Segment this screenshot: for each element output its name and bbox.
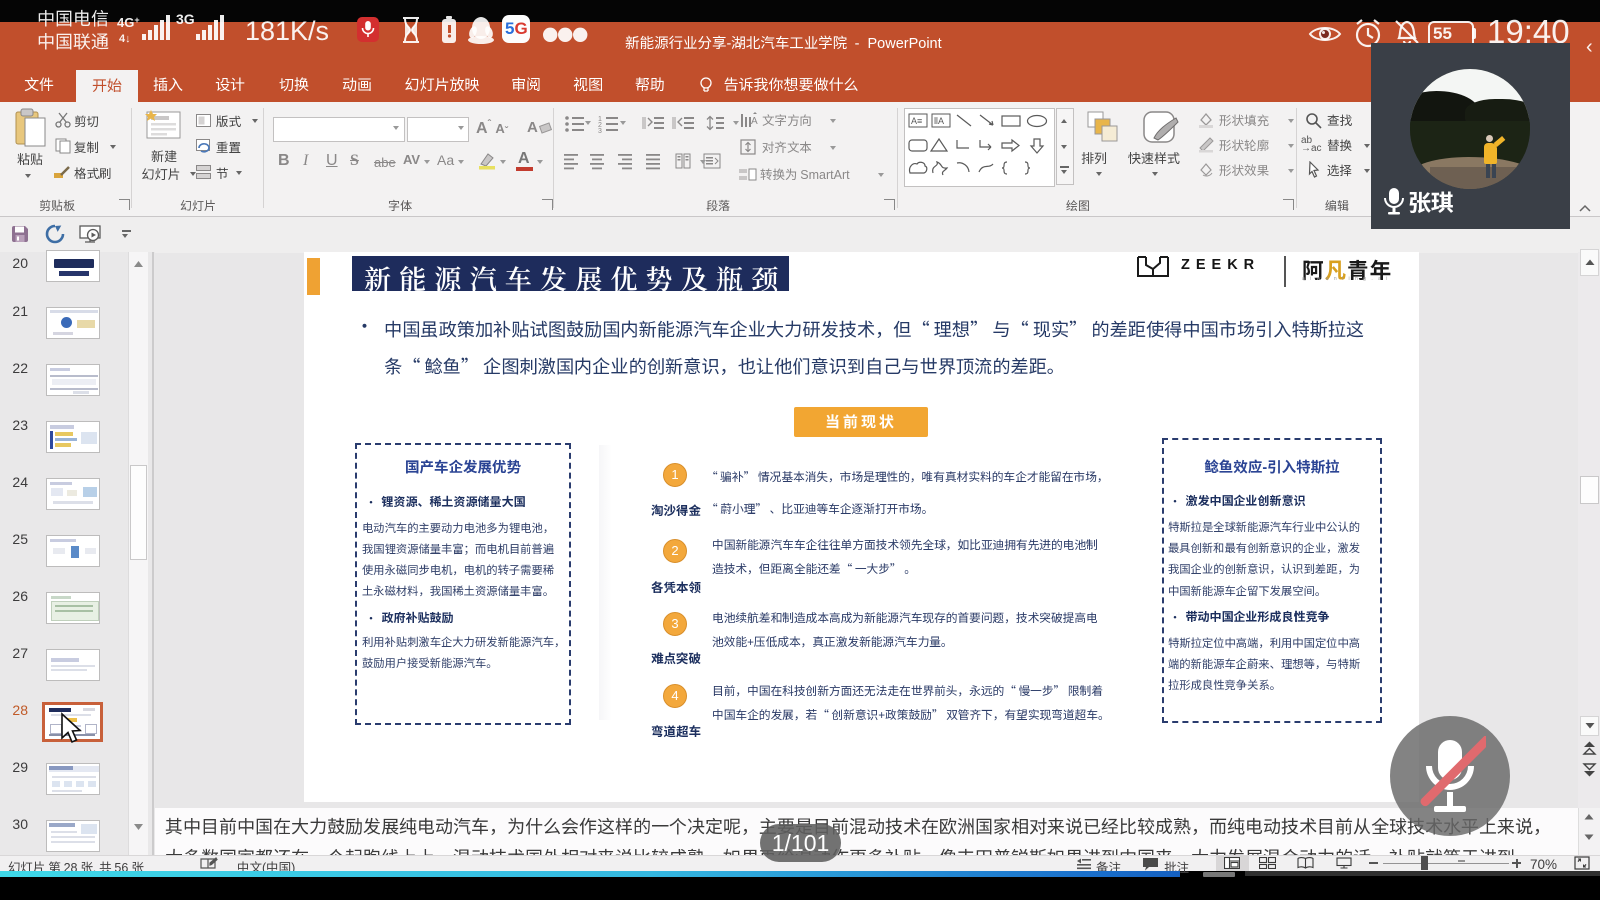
svg-text:3: 3 <box>598 128 602 134</box>
svg-text:A≡: A≡ <box>911 116 922 126</box>
svg-text:⦀A: ⦀A <box>934 116 944 126</box>
svg-text:A: A <box>751 116 758 127</box>
svg-text:3G: 3G <box>176 11 195 27</box>
